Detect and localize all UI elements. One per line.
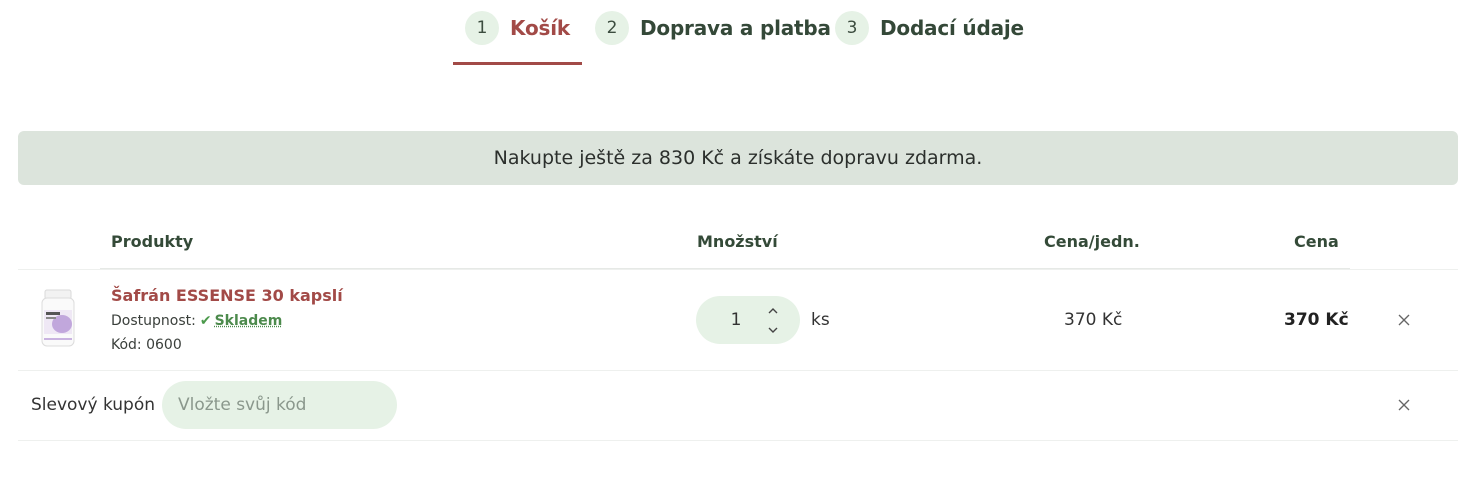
free-shipping-text: Nakupte ještě za 830 Kč a získáte doprav…: [493, 147, 983, 169]
chevron-up-icon[interactable]: [766, 304, 780, 318]
total-price: 370 Kč: [1284, 310, 1349, 330]
unit-price: 370 Kč: [1064, 310, 1123, 330]
header-price: Cena: [1294, 232, 1339, 251]
header-unit-price: Cena/jedn.: [1044, 232, 1140, 251]
header-quantity: Množství: [697, 232, 778, 251]
product-availability: Dostupnost: ✔ Skladem: [111, 313, 282, 329]
step-label: Doprava a platba: [640, 16, 831, 40]
quantity-unit: ks: [811, 310, 830, 330]
step-cart[interactable]: 1 Košík: [465, 10, 570, 46]
step-delivery-details[interactable]: 3 Dodací údaje: [835, 10, 1024, 46]
header-products: Produkty: [111, 232, 194, 251]
quantity-value[interactable]: 1: [696, 296, 776, 344]
product-name-link[interactable]: Šafrán ESSENSE 30 kapslí: [111, 286, 343, 305]
close-coupon-icon[interactable]: [1396, 397, 1412, 413]
row-divider: [18, 440, 1458, 441]
quantity-stepper[interactable]: 1: [696, 296, 800, 344]
row-divider: [18, 269, 1458, 270]
availability-status-link[interactable]: Skladem: [215, 313, 283, 329]
remove-item-icon[interactable]: [1396, 312, 1412, 328]
product-bottle-icon[interactable]: [38, 288, 78, 350]
step-shipping-payment[interactable]: 2 Doprava a platba: [595, 10, 831, 46]
checkout-steps: 1 Košík 2 Doprava a platba 3 Dodací údaj…: [0, 0, 1482, 70]
step-label: Dodací údaje: [880, 16, 1024, 40]
chevron-down-icon[interactable]: [766, 323, 780, 337]
product-code: Kód: 0600: [111, 337, 182, 353]
availability-label: Dostupnost:: [111, 313, 196, 329]
row-divider: [18, 370, 1458, 371]
step-number: 2: [595, 11, 629, 45]
checkmark-icon: ✔: [199, 313, 212, 329]
free-shipping-banner: Nakupte ještě za 830 Kč a získáte doprav…: [18, 131, 1458, 185]
step-label: Košík: [510, 16, 570, 40]
coupon-code-input[interactable]: [162, 381, 397, 429]
coupon-label: Slevový kupón: [31, 395, 156, 415]
step-number: 1: [465, 11, 499, 45]
step-number: 3: [835, 11, 869, 45]
active-step-indicator: [453, 62, 582, 65]
